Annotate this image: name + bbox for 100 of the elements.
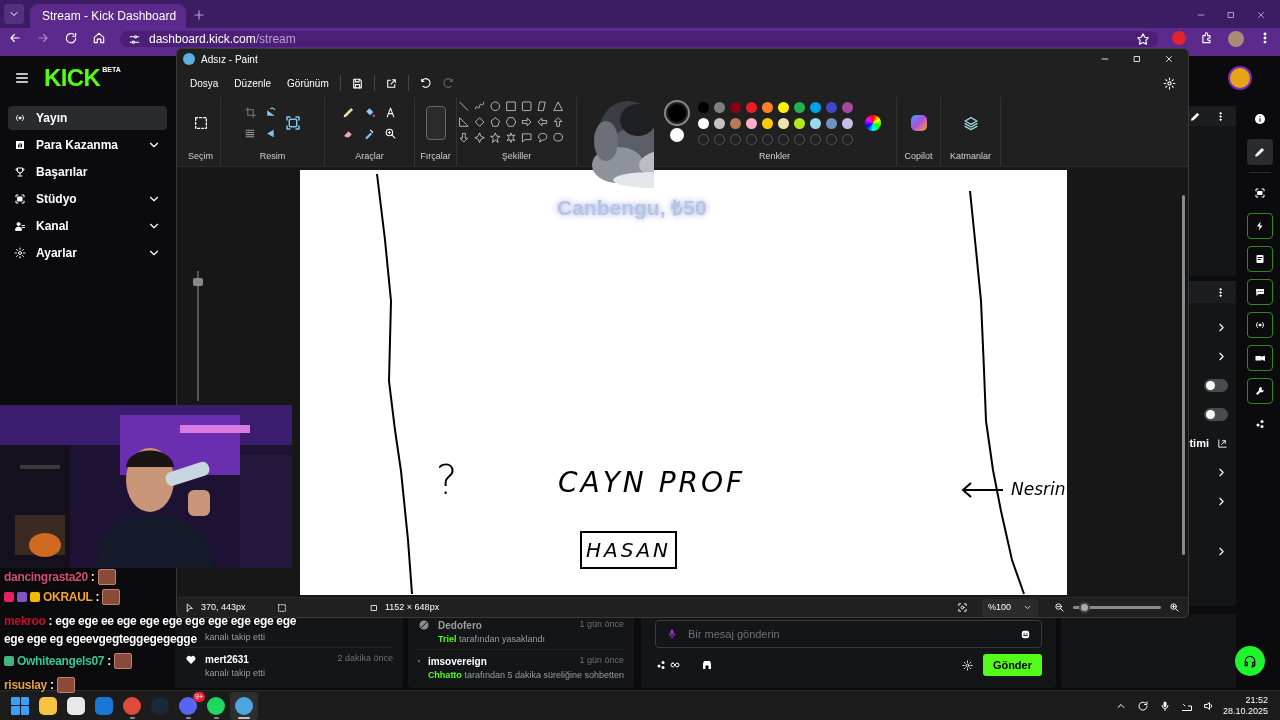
maximize-icon[interactable]	[1226, 10, 1236, 20]
kick-logo[interactable]: KICK	[44, 66, 101, 90]
resize-icon[interactable]	[283, 114, 302, 133]
color-swatch[interactable]	[730, 117, 741, 129]
current-color-swatch[interactable]	[668, 104, 686, 123]
crop-icon[interactable]	[243, 106, 257, 120]
maximize-icon[interactable]	[1132, 54, 1142, 64]
color-swatch[interactable]	[794, 117, 805, 129]
current-color-swatch[interactable]	[670, 128, 684, 143]
close-icon[interactable]	[1164, 54, 1174, 64]
profile-avatar[interactable]	[1228, 31, 1244, 47]
toggle-switch[interactable]	[1204, 379, 1228, 392]
zoom-dropdown[interactable]: %100	[982, 598, 1038, 617]
color-swatch[interactable]	[762, 117, 773, 129]
taskbar-app[interactable]	[230, 691, 258, 720]
settings-icon[interactable]	[1163, 76, 1176, 90]
settings-icon[interactable]	[961, 659, 973, 671]
sidebar-item[interactable]: Stüdyo	[8, 187, 167, 211]
forward-icon[interactable]	[36, 31, 50, 45]
pencil-icon[interactable]	[342, 106, 355, 120]
save-icon[interactable]	[350, 76, 364, 90]
speaker-icon[interactable]	[1202, 699, 1215, 712]
fit-to-window-icon[interactable]	[957, 602, 968, 613]
home-icon[interactable]	[92, 31, 106, 45]
undo-icon[interactable]	[418, 76, 432, 90]
reload-icon[interactable]	[64, 31, 78, 45]
sidebar-item[interactable]: Başarılar	[8, 160, 167, 184]
address-bar[interactable]: dashboard.kick.com/stream	[120, 31, 1158, 47]
color-swatch[interactable]	[746, 101, 757, 113]
new-tab-icon[interactable]	[192, 8, 206, 22]
color-swatch[interactable]	[778, 117, 789, 129]
menu-item[interactable]: Düzenle	[229, 72, 277, 94]
rail-button[interactable]	[1247, 139, 1273, 165]
selection-icon[interactable]	[192, 115, 209, 132]
pencil-icon	[1254, 146, 1266, 158]
browser-tab[interactable]: Stream - Kick Dashboard	[30, 4, 186, 28]
fill-icon[interactable]	[363, 106, 376, 120]
color-swatch[interactable]	[810, 101, 821, 113]
clock-time[interactable]: 21:52	[1245, 694, 1268, 706]
color-swatch[interactable]	[778, 101, 789, 113]
group-label: Renkler	[759, 149, 790, 163]
sync-icon[interactable]	[1136, 699, 1149, 712]
zoom-in-icon[interactable]	[1169, 602, 1180, 613]
rail-button[interactable]	[1247, 345, 1273, 371]
store-icon[interactable]	[701, 659, 713, 671]
site-info-icon[interactable]	[128, 32, 141, 46]
rail-button[interactable]	[1247, 246, 1273, 272]
zoom-slider-thumb[interactable]	[1078, 602, 1090, 613]
sidebar-item[interactable]: Yayın	[8, 106, 167, 130]
color-swatch[interactable]	[842, 101, 853, 113]
color-picker-icon[interactable]	[363, 127, 376, 141]
points-icon[interactable]	[655, 659, 667, 671]
color-swatch[interactable]	[826, 117, 837, 129]
chat-separator: :	[107, 653, 111, 670]
color-swatch[interactable]	[826, 101, 837, 113]
menu-item[interactable]: Dosya	[185, 72, 224, 94]
color-swatch[interactable]	[698, 101, 709, 113]
color-swatch[interactable]	[810, 117, 821, 129]
text-tool-icon[interactable]	[384, 106, 397, 120]
user-avatar[interactable]	[1228, 66, 1252, 90]
rail-button[interactable]	[1247, 279, 1273, 305]
brush-button[interactable]	[425, 106, 446, 141]
emoji-icon[interactable]	[1020, 628, 1031, 640]
color-swatch[interactable]	[842, 117, 853, 129]
sidebar-item[interactable]: Kanal	[8, 214, 167, 238]
color-swatch[interactable]	[714, 117, 725, 129]
share-icon[interactable]	[384, 76, 398, 90]
menu-item[interactable]: Görünüm	[282, 72, 334, 94]
username: mert2631	[205, 652, 249, 667]
zoom-out-icon[interactable]	[1054, 602, 1065, 613]
external-link-icon[interactable]	[1217, 438, 1228, 449]
layers-icon[interactable]	[962, 115, 979, 132]
sidebar-item[interactable]: Para Kazanma	[8, 133, 167, 157]
support-button[interactable]	[1235, 646, 1265, 676]
close-icon[interactable]	[1256, 10, 1266, 20]
tab-list-button[interactable]	[4, 4, 24, 24]
extensions-icon[interactable]	[1200, 31, 1214, 45]
bookmark-star-icon[interactable]	[1136, 32, 1150, 46]
back-icon[interactable]	[8, 31, 22, 45]
message-field[interactable]: Bir mesaj gönderin	[688, 625, 1010, 643]
menu-icon[interactable]	[14, 70, 30, 86]
color-swatch[interactable]	[714, 101, 725, 113]
magnifier-icon[interactable]	[384, 127, 397, 141]
rail-button[interactable]	[1247, 378, 1273, 404]
sidebar-item[interactable]: Ayarlar	[8, 241, 167, 265]
color-swatch[interactable]	[746, 117, 757, 129]
color-swatch[interactable]	[698, 117, 709, 129]
color-swatch[interactable]	[730, 101, 741, 113]
brush-size-slider-thumb[interactable]	[193, 277, 203, 286]
ban-icon	[418, 619, 430, 631]
redo-icon[interactable]	[441, 76, 455, 90]
copilot-icon[interactable]	[910, 115, 927, 132]
send-button[interactable]: Gönder	[982, 654, 1042, 676]
color-swatch[interactable]	[794, 101, 805, 113]
microphone-icon[interactable]	[1158, 699, 1171, 712]
message-box[interactable]: Bir mesaj gönderin	[655, 620, 1042, 648]
color-wheel-icon[interactable]	[865, 115, 881, 132]
toggle-switch[interactable]	[1204, 408, 1228, 421]
clock-date[interactable]: 28.10.2025	[1222, 705, 1268, 717]
color-swatch[interactable]	[762, 101, 773, 113]
